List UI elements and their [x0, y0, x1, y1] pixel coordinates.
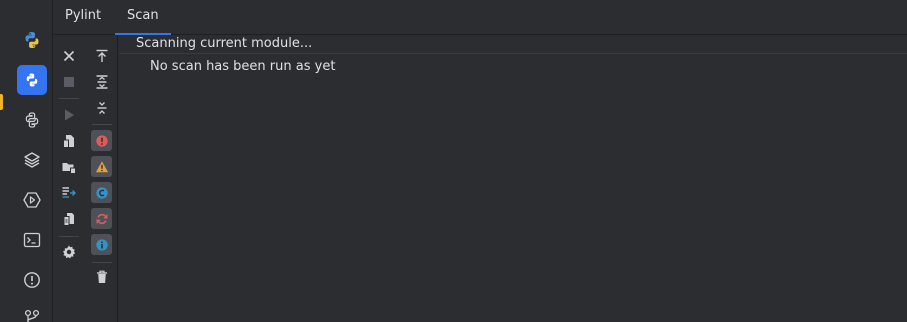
check-module-button[interactable] — [57, 207, 81, 231]
git-button[interactable] — [17, 302, 47, 322]
tab-pylint[interactable]: Pylint — [53, 0, 113, 35]
toolbar-left — [53, 35, 86, 322]
toolbar-separator — [92, 262, 112, 263]
check-current-file-button[interactable] — [57, 129, 81, 153]
activity-bar — [0, 0, 53, 322]
convention-filter-icon — [95, 186, 108, 199]
scan-results-panel: Scanning current module... No scan has b… — [119, 35, 907, 322]
pylint-button[interactable] — [17, 65, 47, 95]
problems-icon — [24, 272, 40, 288]
close-icon — [63, 50, 75, 62]
python-packages-icon — [25, 112, 39, 128]
check-changes-button[interactable] — [57, 181, 81, 205]
git-icon — [24, 309, 40, 322]
pylint-tool-window: Pylint Scan Scanning current module... N… — [0, 0, 907, 322]
layers-icon — [24, 152, 40, 168]
settings-button[interactable] — [57, 240, 81, 264]
check-folder-icon — [62, 163, 76, 174]
run-icon — [65, 109, 74, 121]
info-filter-icon — [95, 238, 108, 251]
terminal-button[interactable] — [17, 225, 47, 255]
python-icon — [25, 32, 39, 48]
services-button[interactable] — [17, 185, 47, 215]
check-file-icon — [63, 135, 74, 148]
problems-button[interactable] — [17, 265, 47, 295]
collapse-all-button[interactable] — [90, 96, 114, 120]
error-filter-icon — [95, 134, 108, 147]
toolbar-right — [86, 35, 118, 322]
refactor-filter-icon — [95, 213, 108, 224]
scroll-to-top-button[interactable] — [90, 44, 114, 68]
tab-scan[interactable]: Scan — [115, 0, 171, 35]
toolbar-separator — [92, 124, 112, 125]
scroll-to-top-icon — [96, 49, 108, 62]
expand-all-icon — [96, 75, 108, 89]
edge-marker — [0, 94, 3, 110]
delete-icon — [97, 270, 107, 283]
info-filter-button[interactable] — [91, 234, 112, 255]
pylint-icon — [26, 73, 38, 87]
warning-filter-icon — [95, 160, 108, 172]
stop-icon — [64, 77, 74, 87]
services-icon — [23, 192, 41, 208]
close-button[interactable] — [57, 44, 81, 68]
check-changes-icon — [62, 187, 76, 198]
python-console-button[interactable] — [17, 25, 47, 55]
tool-window-tabs: Pylint Scan — [53, 0, 907, 35]
python-packages-button[interactable] — [17, 105, 47, 135]
warning-filter-button[interactable] — [91, 156, 112, 177]
stop-button[interactable] — [57, 70, 81, 94]
expand-all-button[interactable] — [90, 70, 114, 94]
scan-status-text: Scanning current module... — [136, 36, 313, 51]
empty-results-message: No scan has been run as yet — [150, 59, 336, 74]
toolbar-separator — [59, 236, 79, 237]
toolbar-separator — [59, 98, 79, 99]
error-filter-button[interactable] — [91, 130, 112, 151]
terminal-icon — [23, 232, 41, 248]
refactor-filter-button[interactable] — [91, 208, 112, 229]
run-button[interactable] — [57, 103, 81, 127]
collapse-all-icon — [97, 102, 107, 114]
convention-filter-button[interactable] — [91, 182, 112, 203]
check-folder-button[interactable] — [57, 155, 81, 179]
tab-scan-label: Scan — [127, 8, 159, 23]
layers-button[interactable] — [17, 145, 47, 175]
check-module-icon — [63, 213, 74, 226]
status-divider — [119, 53, 907, 54]
delete-button[interactable] — [90, 265, 114, 289]
tab-pylint-label: Pylint — [65, 8, 102, 23]
settings-icon — [62, 245, 76, 259]
